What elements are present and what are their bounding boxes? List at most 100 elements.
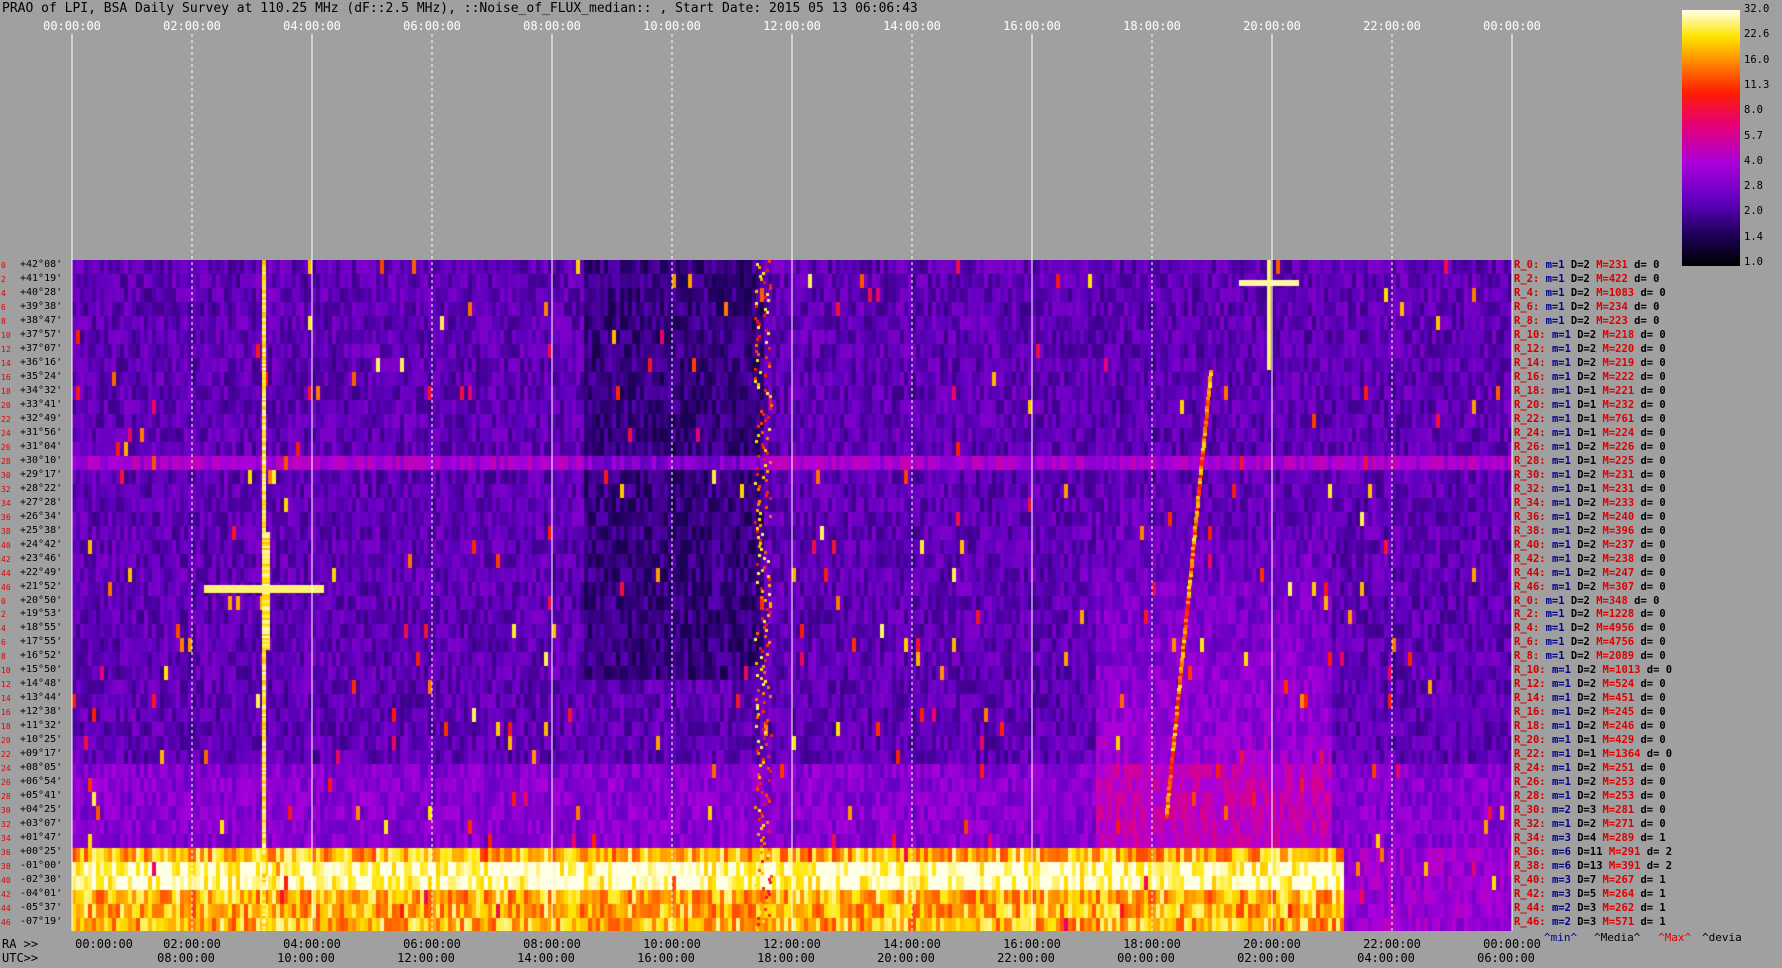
declination-label: -04°01'	[20, 888, 63, 900]
row-number: 4	[1, 624, 6, 634]
colorbar-label: 32.0	[1744, 3, 1770, 15]
declination-label: +16°52'	[20, 650, 63, 662]
row-stat-m: m=1	[1551, 496, 1578, 509]
row-stat-d: D=7	[1577, 874, 1603, 887]
row-stat-max: M=251	[1602, 762, 1641, 775]
declination-label: +28°22'	[20, 482, 63, 494]
row-stat-r: R_32:	[1514, 482, 1552, 495]
declination-label: +12°38'	[20, 706, 63, 718]
row-stat-max: M=240	[1602, 510, 1641, 523]
row-stat-r: R_16:	[1514, 370, 1552, 383]
row-stat-m: m=1	[1551, 398, 1578, 411]
row-stat-r: R_8:	[1514, 650, 1546, 663]
row-stat: R_38: m=1 D=2 M=396 d= 0	[1514, 525, 1666, 537]
row-stat-r: R_16:	[1514, 706, 1552, 719]
row-stat-r: R_38:	[1514, 860, 1552, 873]
row-stat-d: D=2	[1570, 622, 1597, 635]
declination-label: +29°17'	[20, 468, 63, 480]
row-stat-d: D=3	[1577, 902, 1603, 915]
row-stat: R_6: m=1 D=2 M=234 d= 0	[1514, 301, 1659, 313]
row-stat-m: m=1	[1551, 748, 1578, 761]
declination-label: +17°55'	[20, 636, 63, 648]
declination-label: +22°49'	[20, 566, 63, 578]
row-stat-m: m=1	[1551, 776, 1578, 789]
utc-tick-label: 02:00:00	[1237, 951, 1295, 965]
row-stat-m: m=1	[1551, 454, 1578, 467]
row-stat-m: m=1	[1551, 384, 1578, 397]
declination-label: +26°34'	[20, 510, 63, 522]
ra-tick-label: 12:00:00	[763, 937, 821, 951]
colorbar	[1682, 10, 1740, 266]
row-stat-m: m=1	[1551, 552, 1578, 565]
row-stat-max: M=1228	[1596, 608, 1641, 621]
row-stat-d: d= 0	[1640, 818, 1666, 831]
ra-tick-label: 04:00:00	[283, 937, 341, 951]
row-stat-max: M=218	[1602, 328, 1641, 341]
row-number: 22	[1, 414, 11, 424]
row-stat-d: D=2	[1577, 776, 1603, 789]
row-stat-d: d= 0	[1640, 356, 1666, 369]
row-stat-r: R_42:	[1514, 888, 1552, 901]
row-number: 6	[1, 302, 6, 312]
row-stat-d: D=1	[1577, 454, 1603, 467]
row-stat: R_40: m=3 D=7 M=267 d= 1	[1514, 874, 1666, 886]
row-stat: R_26: m=1 D=2 M=226 d= 0	[1514, 441, 1666, 453]
row-number: 2	[1, 610, 6, 620]
row-stat-r: R_12:	[1514, 342, 1552, 355]
declination-label: -05°37'	[20, 902, 63, 914]
row-stat-max: M=226	[1602, 440, 1641, 453]
row-stat-max: M=1364	[1602, 748, 1647, 761]
row-stat-d: d= 0	[1640, 608, 1666, 621]
row-stat-max: M=253	[1602, 776, 1641, 789]
row-stat-r: R_14:	[1514, 692, 1552, 705]
row-stat-d: D=2	[1577, 510, 1603, 523]
declination-label: +27°28'	[20, 496, 63, 508]
row-number: 20	[1, 736, 11, 746]
row-stat-d: D=2	[1570, 259, 1597, 271]
row-stat-m: m=1	[1551, 370, 1578, 383]
row-stat-d: D=1	[1577, 426, 1603, 439]
row-stat-r: R_6:	[1514, 636, 1546, 649]
row-stat-d: D=2	[1577, 552, 1603, 565]
row-stat: R_8: m=1 D=2 M=223 d= 0	[1514, 315, 1659, 327]
row-stat-max: M=231	[1602, 482, 1641, 495]
ra-tick-label: 22:00:00	[1363, 937, 1421, 951]
row-stat: R_34: m=1 D=2 M=233 d= 0	[1514, 497, 1666, 509]
row-stat: R_24: m=1 D=1 M=224 d= 0	[1514, 427, 1666, 439]
row-number: 38	[1, 526, 11, 536]
colorbar-label: 8.0	[1744, 104, 1763, 117]
row-stat-m: m=1	[1545, 272, 1571, 285]
row-stat-d: D=2	[1570, 650, 1597, 663]
row-stat-d: d= 0	[1640, 566, 1666, 579]
row-stat-d: d= 0	[1640, 454, 1666, 467]
utc-tick-label: 10:00:00	[277, 951, 335, 965]
row-stat-max: M=1083	[1596, 286, 1641, 299]
row-stat-d: d= 0	[1640, 762, 1666, 775]
row-stat: R_28: m=1 D=1 M=225 d= 0	[1514, 455, 1666, 467]
colorbar-label: 16.0	[1744, 53, 1770, 66]
ra-tick-label: 18:00:00	[1123, 937, 1181, 951]
row-number: 28	[1, 456, 11, 466]
utc-tick-label: 16:00:00	[637, 951, 695, 965]
row-stat-d: D=2	[1577, 692, 1603, 705]
row-stat-m: m=1	[1551, 762, 1578, 775]
row-stat: R_30: m=2 D=3 M=281 d= 0	[1514, 804, 1666, 816]
row-stat-d: d= 0	[1640, 426, 1666, 439]
row-stat-r: R_36:	[1514, 846, 1552, 859]
row-stat-max: M=231	[1596, 259, 1635, 271]
declination-label: +14°48'	[20, 678, 63, 690]
row-number: 32	[1, 484, 11, 494]
row-stat-m: m=1	[1545, 300, 1571, 313]
row-stat-r: R_22:	[1514, 748, 1552, 761]
row-stat-m: m=2	[1551, 902, 1578, 915]
row-stat: R_4: m=1 D=2 M=1083 d= 0	[1514, 287, 1666, 299]
row-number: 28	[1, 792, 11, 802]
declination-label: +31°56'	[20, 426, 63, 438]
row-number: 18	[1, 722, 11, 732]
row-stat-max: M=224	[1602, 426, 1641, 439]
row-stat-d: d= 0	[1640, 636, 1666, 649]
row-stat: R_12: m=1 D=2 M=220 d= 0	[1514, 343, 1666, 355]
row-stat-d: D=2	[1577, 580, 1603, 593]
row-stat: R_28: m=1 D=2 M=253 d= 0	[1514, 790, 1666, 802]
row-stat-max: M=291	[1608, 846, 1647, 859]
